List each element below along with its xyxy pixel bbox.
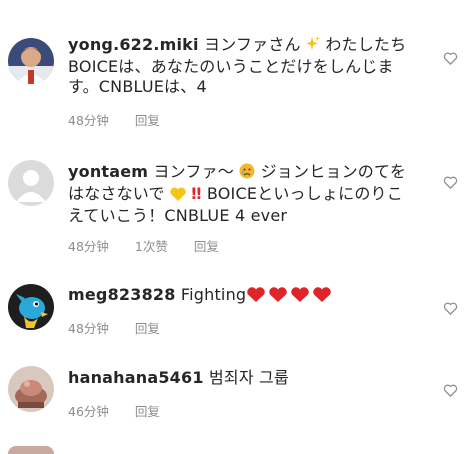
- comment-username[interactable]: yong.622.miki: [68, 35, 199, 54]
- comment-body: yontaem ヨンファ～ ジョンヒョンのてをはなさないで ‼ BOICEといっ…: [68, 162, 418, 226]
- double-exclamation-icon: ‼: [191, 184, 202, 203]
- reply-button[interactable]: 回复: [135, 113, 160, 128]
- comment-username[interactable]: hanahana5461: [68, 368, 204, 387]
- heart-outline-icon: [443, 176, 457, 189]
- comment-time: 48分钟: [68, 239, 109, 254]
- comment-body: hanahana5461 범죄자 그룹: [68, 368, 418, 388]
- red-hearts-icon: [246, 286, 334, 304]
- comment-time: 48分钟: [68, 321, 109, 336]
- yellow-heart-icon: [170, 186, 186, 206]
- sparkles-icon: [306, 36, 321, 57]
- user-avatar[interactable]: [8, 366, 54, 412]
- like-button[interactable]: [440, 48, 460, 68]
- comment-meta: 48分钟 1次赞 回复: [68, 236, 241, 255]
- comment-time: 48分钟: [68, 113, 109, 128]
- like-button[interactable]: [440, 298, 460, 318]
- comment-username[interactable]: yontaem: [68, 162, 148, 181]
- comment-text: ヨンファさん: [204, 35, 301, 54]
- user-avatar[interactable]: [8, 160, 54, 206]
- comment-meta: 46分钟 回复: [68, 401, 182, 420]
- like-button[interactable]: [440, 380, 460, 400]
- reply-button[interactable]: 回复: [135, 404, 160, 419]
- comment-text: ヨンファ～: [153, 162, 235, 181]
- like-button[interactable]: [440, 172, 460, 192]
- heart-outline-icon: [443, 302, 457, 315]
- comment-username[interactable]: meg823828: [68, 285, 176, 304]
- likes-count[interactable]: 1次赞: [135, 239, 168, 254]
- comment-meta: 48分钟 回复: [68, 110, 182, 129]
- reply-button[interactable]: 回复: [194, 239, 219, 254]
- comment-body: yong.622.miki ヨンファさん わたしたちBOICEは、あなたのいうこ…: [68, 35, 418, 97]
- photo-avatar-icon: [8, 366, 54, 412]
- comment-body: meg823828 Fighting: [68, 285, 418, 305]
- user-avatar[interactable]: [8, 284, 54, 330]
- user-avatar[interactable]: [8, 446, 54, 454]
- comment-list: yong.622.miki ヨンファさん わたしたちBOICEは、あなたのいうこ…: [0, 0, 474, 454]
- user-avatar[interactable]: [8, 38, 54, 84]
- reply-button[interactable]: 回复: [135, 321, 160, 336]
- comment-time: 46分钟: [68, 404, 109, 419]
- heart-outline-icon: [443, 52, 457, 65]
- comment-text: 범죄자 그룹: [208, 368, 289, 387]
- partial-red-heart-icon: [186, 448, 202, 454]
- comment-text: Fighting: [180, 285, 247, 304]
- heart-outline-icon: [443, 384, 457, 397]
- cartoon-avatar-icon: [8, 284, 54, 330]
- sad-face-icon: [239, 163, 255, 184]
- default-avatar-icon: [8, 160, 54, 206]
- user-photo-avatar-icon: [8, 38, 54, 84]
- comment-meta: 48分钟 回复: [68, 318, 182, 337]
